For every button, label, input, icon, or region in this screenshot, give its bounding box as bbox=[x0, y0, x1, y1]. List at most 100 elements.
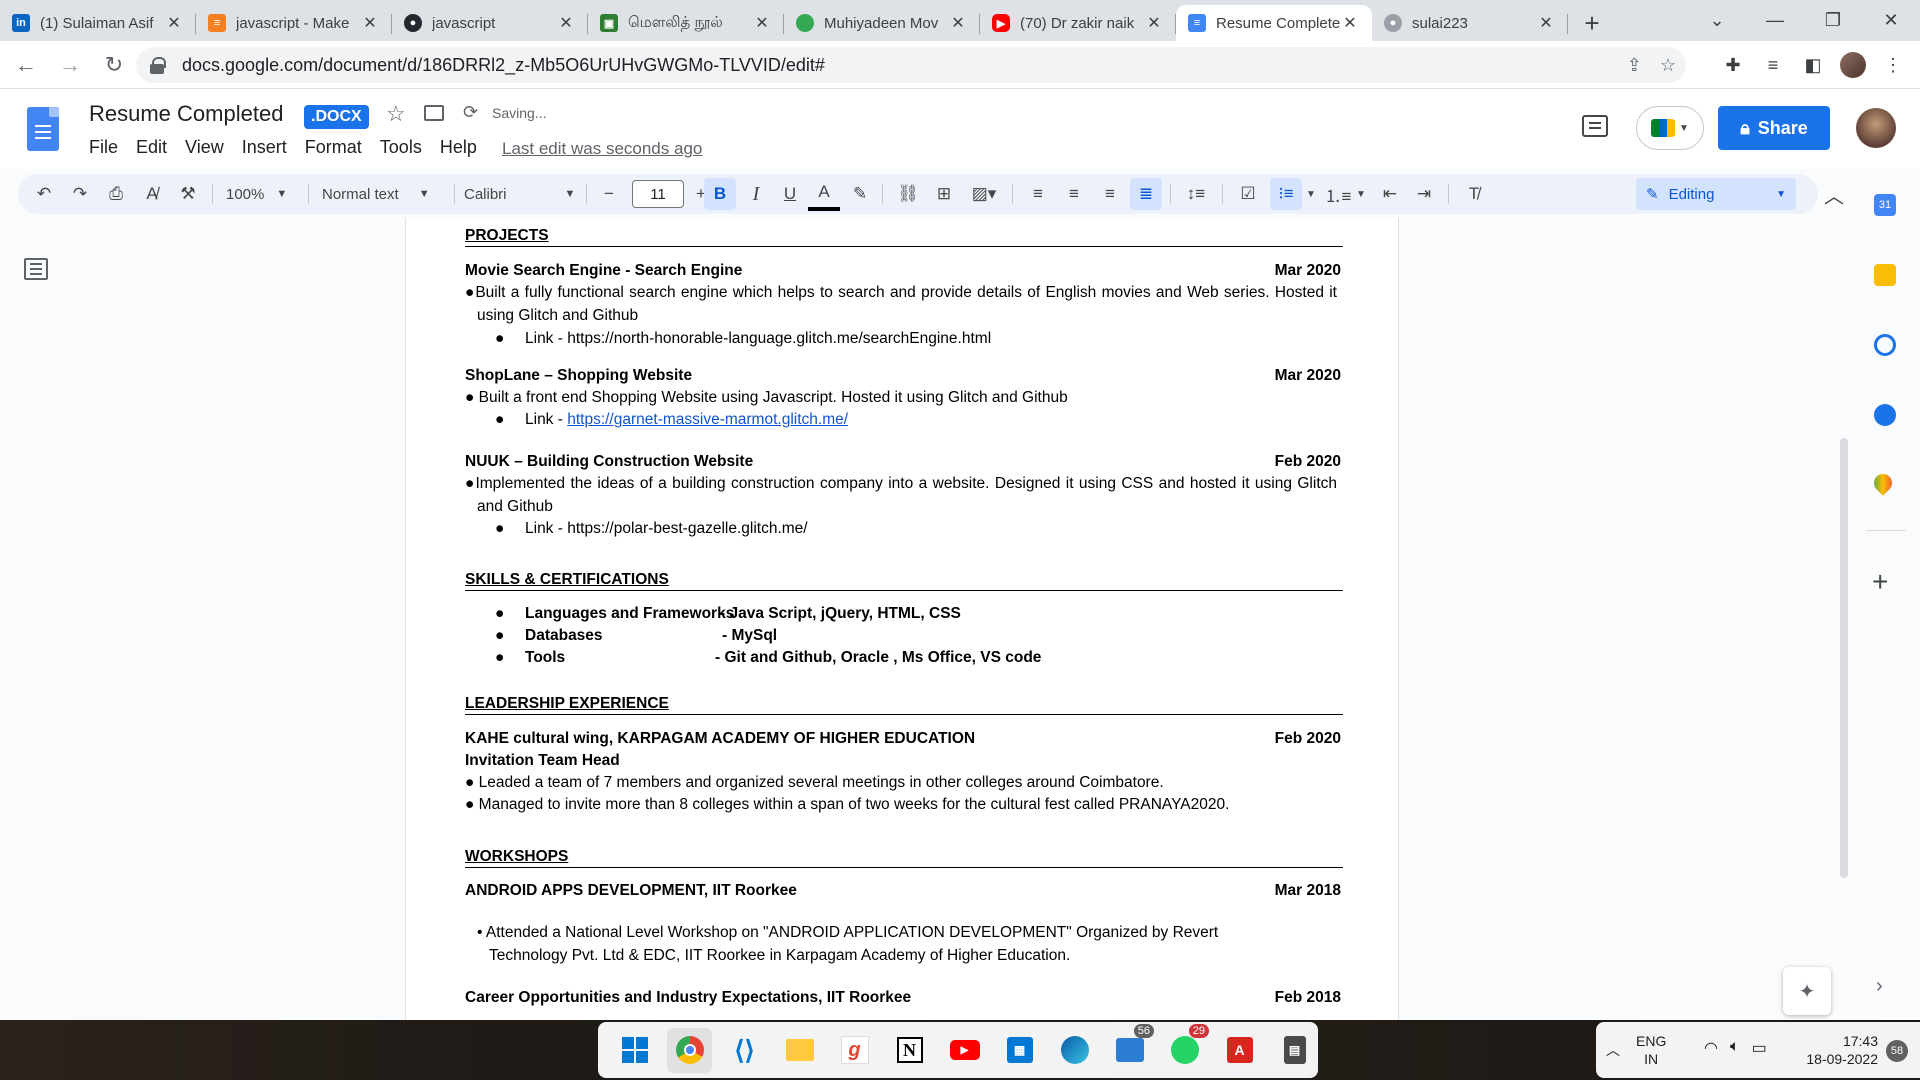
close-window-button[interactable]: ✕ bbox=[1862, 0, 1920, 40]
document-title[interactable]: Resume Completed bbox=[89, 101, 283, 127]
paint-format-icon[interactable]: ⚒ bbox=[172, 174, 204, 214]
align-left-icon[interactable]: ≡ bbox=[1022, 174, 1054, 214]
undo-icon[interactable]: ↶ bbox=[28, 174, 60, 214]
file-explorer-icon[interactable] bbox=[777, 1028, 822, 1073]
style-select[interactable]: Normal text ▼ bbox=[322, 174, 430, 214]
calendar-app-icon[interactable]: ▦ bbox=[997, 1028, 1042, 1073]
caret-down-icon[interactable]: ▼ bbox=[1304, 174, 1318, 214]
close-icon[interactable]: ✕ bbox=[1536, 13, 1556, 33]
browser-tab[interactable]: ▣ மௌலித் நூல் ✕ bbox=[588, 5, 784, 41]
comments-icon[interactable] bbox=[1582, 115, 1608, 137]
start-button[interactable] bbox=[612, 1028, 657, 1073]
tasks-icon[interactable] bbox=[1874, 334, 1896, 356]
extensions-puzzle-icon[interactable]: ✚ bbox=[1720, 47, 1746, 83]
url-bar[interactable]: docs.google.com/document/d/186DRRl2_z-Mb… bbox=[136, 47, 1686, 83]
menu-help[interactable]: Help bbox=[431, 137, 486, 158]
media-control-icon[interactable]: ≡ bbox=[1760, 47, 1786, 83]
new-tab-button[interactable]: + bbox=[1574, 5, 1610, 41]
browser-tab[interactable]: ▶ (70) Dr zakir naik ✕ bbox=[980, 5, 1176, 41]
whatsapp-icon[interactable]: 29 bbox=[1162, 1023, 1209, 1073]
print-icon[interactable]: ⎙ bbox=[100, 174, 132, 214]
increase-indent-icon[interactable]: ⇥ bbox=[1408, 174, 1440, 214]
menu-format[interactable]: Format bbox=[296, 137, 371, 158]
menu-insert[interactable]: Insert bbox=[233, 137, 296, 158]
last-edit-link[interactable]: Last edit was seconds ago bbox=[502, 139, 702, 159]
maps-icon[interactable] bbox=[1870, 470, 1896, 496]
chevron-right-icon[interactable]: › bbox=[1876, 975, 1883, 998]
project-link[interactable]: https://polar-best-gazelle.glitch.me/ bbox=[567, 520, 807, 537]
browser-tab[interactable]: ≡ javascript - Make ✕ bbox=[196, 5, 392, 41]
close-icon[interactable]: ✕ bbox=[1144, 13, 1164, 33]
notion-icon[interactable]: N bbox=[887, 1028, 932, 1073]
insert-link-icon[interactable]: ⛓ bbox=[892, 174, 924, 214]
menu-edit[interactable]: Edit bbox=[127, 137, 176, 158]
close-icon[interactable]: ✕ bbox=[948, 13, 968, 33]
share-button[interactable]: 🔒︎ Share bbox=[1718, 106, 1830, 150]
align-right-icon[interactable]: ≡ bbox=[1094, 174, 1126, 214]
explore-button[interactable]: ✦ bbox=[1783, 967, 1831, 1015]
decrease-font-size-button[interactable]: − bbox=[594, 174, 624, 214]
back-button[interactable]: ← bbox=[8, 47, 44, 83]
align-center-icon[interactable]: ≡ bbox=[1058, 174, 1090, 214]
underline-button[interactable]: U bbox=[774, 174, 806, 214]
numbered-list-icon[interactable]: ⒈≡ bbox=[1322, 174, 1354, 214]
move-folder-icon[interactable] bbox=[424, 105, 444, 121]
edge-icon[interactable] bbox=[1052, 1028, 1097, 1073]
bold-button[interactable]: B bbox=[704, 178, 736, 210]
browser-tab[interactable]: ● javascript ✕ bbox=[392, 5, 588, 41]
account-avatar[interactable] bbox=[1856, 108, 1896, 148]
editing-mode-select[interactable]: ✎ Editing ▼ bbox=[1636, 178, 1796, 210]
spellcheck-icon[interactable]: A̸ bbox=[136, 174, 168, 214]
font-size-input[interactable]: 11 bbox=[632, 180, 684, 208]
contacts-icon[interactable] bbox=[1874, 404, 1896, 426]
redo-icon[interactable]: ↷ bbox=[64, 174, 96, 214]
reload-button[interactable]: ↻ bbox=[96, 47, 132, 83]
docs-logo-icon[interactable] bbox=[27, 107, 59, 151]
chevron-up-icon[interactable]: ︿ bbox=[1606, 1040, 1620, 1060]
bookmark-star-icon[interactable]: ☆ bbox=[1660, 55, 1676, 76]
language-indicator[interactable]: ENG IN bbox=[1636, 1032, 1666, 1068]
close-icon[interactable]: ✕ bbox=[1340, 13, 1360, 33]
italic-button[interactable]: I bbox=[740, 174, 772, 214]
share-page-icon[interactable]: ⇪ bbox=[1627, 55, 1642, 76]
close-icon[interactable]: ✕ bbox=[360, 13, 380, 33]
forward-button[interactable]: → bbox=[52, 47, 88, 83]
line-spacing-icon[interactable]: ↕≡ bbox=[1178, 174, 1214, 214]
youtube-icon[interactable]: ▶ bbox=[942, 1028, 987, 1073]
calendar-icon[interactable]: 31 bbox=[1874, 194, 1896, 216]
minimize-button[interactable]: — bbox=[1746, 0, 1804, 40]
zoom-select[interactable]: 100% ▼ bbox=[226, 174, 287, 214]
text-color-button[interactable]: A bbox=[808, 177, 840, 211]
decrease-indent-icon[interactable]: ⇤ bbox=[1374, 174, 1406, 214]
project-link[interactable]: https://garnet-massive-marmot.glitch.me/ bbox=[567, 411, 848, 428]
font-select[interactable]: Calibri ▼ bbox=[464, 174, 575, 214]
add-comment-icon[interactable]: ⊞ bbox=[928, 174, 960, 214]
system-icons[interactable]: ◠ 🔈︎ ▭ bbox=[1704, 1038, 1767, 1058]
profile-avatar[interactable] bbox=[1840, 47, 1866, 83]
browser-tab[interactable]: ● sulai223 ✕ bbox=[1372, 5, 1568, 41]
justify-icon[interactable]: ≣ bbox=[1130, 178, 1162, 210]
teams-icon[interactable]: 56 bbox=[1107, 1023, 1154, 1073]
outline-icon[interactable] bbox=[24, 258, 48, 280]
menu-view[interactable]: View bbox=[176, 137, 233, 158]
clear-formatting-icon[interactable]: T̸ bbox=[1458, 174, 1490, 214]
menu-tools[interactable]: Tools bbox=[371, 137, 431, 158]
collapse-menus-icon[interactable]: ︿ bbox=[1818, 174, 1850, 214]
scrollbar-thumb[interactable] bbox=[1840, 438, 1848, 878]
side-panel-icon[interactable]: ◧ bbox=[1800, 47, 1826, 83]
project-link[interactable]: https://north-honorable-language.glitch.… bbox=[567, 330, 991, 347]
acrobat-icon[interactable]: A bbox=[1217, 1028, 1262, 1073]
caret-down-icon[interactable]: ▼ bbox=[1354, 174, 1368, 214]
browser-tab-active[interactable]: ≡ Resume Complete ✕ bbox=[1176, 5, 1372, 41]
close-icon[interactable]: ✕ bbox=[164, 13, 184, 33]
browser-tab[interactable]: in (1) Sulaiman Asif ✕ bbox=[0, 5, 196, 41]
meet-button[interactable]: ▼ bbox=[1636, 106, 1704, 150]
tab-search-icon[interactable]: ⌄ bbox=[1688, 0, 1746, 40]
clock[interactable]: 17:43 18-09-2022 bbox=[1788, 1032, 1878, 1068]
vscode-icon[interactable]: ⟨⟩ bbox=[722, 1028, 767, 1073]
checklist-icon[interactable]: ☑ bbox=[1230, 174, 1266, 214]
vertical-scrollbar[interactable] bbox=[1836, 218, 1852, 1020]
close-icon[interactable]: ✕ bbox=[752, 13, 772, 33]
chrome-icon[interactable] bbox=[667, 1027, 712, 1073]
more-menu-icon[interactable]: ⋮ bbox=[1880, 47, 1906, 83]
